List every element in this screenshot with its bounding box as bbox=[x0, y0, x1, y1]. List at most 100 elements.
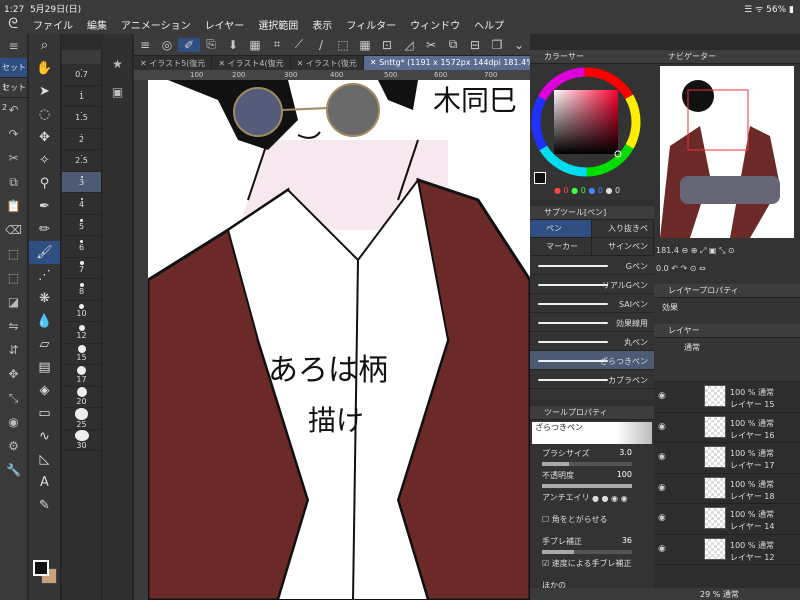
brush-size-option[interactable]: 6 bbox=[62, 236, 101, 258]
color-mix-icon[interactable]: ◉ bbox=[0, 410, 27, 434]
grid-icon[interactable]: ▦ bbox=[354, 38, 376, 52]
brush-sai-pen[interactable]: SAIペン bbox=[530, 294, 654, 313]
brush-real-g-pen[interactable]: リアルGペン bbox=[530, 275, 654, 294]
brush-size-option[interactable]: 17 bbox=[62, 365, 101, 387]
brush-size-option[interactable]: 2.5 bbox=[62, 150, 101, 172]
zoom-icon[interactable]: ⌕ bbox=[29, 34, 60, 57]
eye-icon[interactable]: ◉ bbox=[658, 422, 666, 432]
eye-icon[interactable]: ◉ bbox=[658, 513, 666, 523]
brush-size-option[interactable]: 5 bbox=[62, 215, 101, 236]
copy-layer-icon[interactable]: ⧉ bbox=[442, 37, 464, 52]
layer-row[interactable]: ◉ 100 % 通常 レイヤー 18 bbox=[654, 474, 800, 504]
menu-file[interactable]: ファイル bbox=[26, 17, 80, 32]
tab-active-document[interactable]: ✕ Snttg* (1191 x 1572px 144dpi 181.4%) bbox=[363, 56, 530, 70]
airbrush-icon[interactable]: ⋰ bbox=[29, 264, 60, 287]
brush-preset-preview[interactable]: ざらつきペン bbox=[532, 422, 652, 444]
menu-icon[interactable]: ≡ bbox=[0, 34, 27, 58]
shortcut-icon[interactable]: ◎ bbox=[156, 38, 178, 52]
auto-select-icon[interactable]: ✧ bbox=[29, 149, 60, 172]
layer-row[interactable]: ◉ 100 % 通常 レイヤー 17 bbox=[654, 443, 800, 474]
brush-size-option[interactable]: 3 bbox=[62, 171, 101, 193]
eraser-icon[interactable]: ▱ bbox=[29, 333, 60, 356]
menu-view[interactable]: 表示 bbox=[305, 17, 339, 32]
hamburger-icon[interactable]: ≡ bbox=[134, 38, 156, 52]
eyedropper-icon[interactable]: ⚲ bbox=[29, 172, 60, 195]
brush-kabura-pen[interactable]: カブラペン bbox=[530, 370, 654, 389]
settings-icon[interactable]: ⚙ bbox=[0, 434, 27, 458]
operation-icon[interactable]: ➤ bbox=[29, 80, 60, 103]
rotate-controls[interactable]: 0.0 ↶ ↷ ⊙ ⇔ bbox=[656, 264, 798, 280]
redo-icon[interactable]: ↷ bbox=[0, 122, 27, 146]
brush-size-option[interactable]: 20 bbox=[62, 387, 101, 408]
opacity-setting[interactable]: 不透明度 100 bbox=[530, 468, 654, 490]
zoom-controls[interactable]: 181.4 ⊖ ⊕ ⤢ ▣ ⤡ ⊙ bbox=[656, 246, 798, 262]
copy-icon[interactable]: ⧉ bbox=[0, 170, 27, 194]
brush-size-option[interactable]: 15 bbox=[62, 344, 101, 365]
brush-size-option[interactable]: 25 bbox=[62, 408, 101, 430]
subtool-tab-sign-pen[interactable]: サインペン bbox=[592, 238, 654, 256]
brush-size-option[interactable]: 0.7 bbox=[62, 64, 101, 86]
subtool-tab-marker[interactable]: マーカー bbox=[530, 238, 592, 256]
transform-icon[interactable]: ✥ bbox=[0, 362, 27, 386]
brush-size-option[interactable]: 8 bbox=[62, 279, 101, 301]
subtool-tab-pen[interactable]: ペン bbox=[530, 220, 592, 238]
layer-row[interactable]: ◉ 100 % 通常 レイヤー 12 bbox=[654, 535, 800, 565]
brush-size-option[interactable]: 10 bbox=[62, 301, 101, 322]
brush-effect-line[interactable]: 効果線用 bbox=[530, 313, 654, 332]
gradient-icon[interactable]: ▤ bbox=[29, 356, 60, 379]
eye-icon[interactable]: ◉ bbox=[658, 391, 666, 401]
menu-edit[interactable]: 編集 bbox=[80, 17, 114, 32]
blend-mode-select[interactable]: 通常 bbox=[684, 342, 700, 353]
crop-icon[interactable]: ⌗ bbox=[266, 37, 288, 52]
app-logo-icon[interactable]: ᘓ bbox=[0, 16, 26, 32]
brush-size-option[interactable]: 4 bbox=[62, 193, 101, 215]
cut-icon[interactable]: ✂ bbox=[0, 146, 27, 170]
tool-set-2[interactable]: セット2 bbox=[0, 78, 27, 112]
brush-size-option[interactable]: 2 bbox=[62, 129, 101, 150]
brush-size-option[interactable]: 1 bbox=[62, 86, 101, 107]
fill-icon[interactable]: ◈ bbox=[29, 379, 60, 402]
sharpen-corners-setting[interactable]: ☐ 角をとがらせる bbox=[530, 512, 654, 534]
layer-row[interactable]: ◉ 100 % 通常 レイヤー 15 bbox=[654, 382, 800, 413]
chevron-down-icon[interactable]: ⌄ bbox=[508, 38, 530, 52]
pencil-tool-icon[interactable]: ✏ bbox=[29, 218, 60, 241]
menu-selection[interactable]: 選択範囲 bbox=[251, 17, 305, 32]
blend-icon[interactable]: 💧 bbox=[29, 310, 60, 333]
star-icon[interactable]: ★ bbox=[103, 50, 132, 78]
layer-row[interactable]: ◉ 100 % 通常 レイヤー 16 bbox=[654, 413, 800, 443]
current-color-swatch[interactable] bbox=[534, 172, 546, 184]
flip-vertical-icon[interactable]: ⇵ bbox=[0, 338, 27, 362]
eye-icon[interactable]: ◉ bbox=[658, 483, 666, 493]
material-icon[interactable]: ▣ bbox=[103, 78, 132, 106]
balloon-icon[interactable]: ✎ bbox=[29, 494, 60, 517]
layers-icon[interactable]: ❐ bbox=[486, 38, 508, 52]
tab-illust4[interactable]: ✕ イラスト4(復元 bbox=[212, 56, 291, 70]
tool-set-1[interactable]: セット1 bbox=[0, 58, 27, 92]
brush-size-option[interactable]: 30 bbox=[62, 429, 101, 451]
brush-g-pen[interactable]: Gペン bbox=[530, 256, 654, 275]
subtool-tab-taper-pen[interactable]: 入り抜きペ bbox=[592, 220, 654, 238]
paste-icon[interactable]: 📋 bbox=[0, 194, 27, 218]
menu-layer[interactable]: レイヤー bbox=[198, 17, 252, 32]
pen-tool-icon[interactable]: ✒ bbox=[29, 195, 60, 218]
scale-icon[interactable]: ⤡ bbox=[0, 386, 27, 410]
save-icon[interactable]: ⬇ bbox=[222, 38, 244, 52]
brush-size-setting[interactable]: ブラシサイズ 3.0 bbox=[530, 446, 654, 468]
menu-filter[interactable]: フィルター bbox=[339, 17, 403, 32]
merge-icon[interactable]: ⊟ bbox=[464, 38, 486, 52]
decoration-icon[interactable]: ❋ bbox=[29, 287, 60, 310]
navigator-thumbnail[interactable] bbox=[660, 66, 794, 238]
brush-size-option[interactable]: 1.5 bbox=[62, 107, 101, 129]
figure-icon[interactable]: ▭ bbox=[29, 402, 60, 425]
brush-size-option[interactable]: 7 bbox=[62, 258, 101, 279]
speed-stabilization-setting[interactable]: ☑ 速度による手ブレ補正 bbox=[530, 556, 654, 578]
wrench-icon[interactable]: 🔧 bbox=[0, 458, 27, 482]
menu-help[interactable]: ヘルプ bbox=[467, 17, 511, 32]
lasso-icon[interactable]: ◌ bbox=[29, 103, 60, 126]
antialias-setting[interactable]: アンチエイリ ● ● ◉ ◉ bbox=[530, 490, 654, 512]
curve-icon[interactable]: ∿ bbox=[29, 425, 60, 448]
menu-window[interactable]: ウィンドウ bbox=[403, 17, 467, 32]
edit-icon[interactable]: ✂ bbox=[420, 38, 442, 52]
color-wheel[interactable] bbox=[530, 64, 654, 184]
brush-size-option[interactable]: 12 bbox=[62, 322, 101, 344]
